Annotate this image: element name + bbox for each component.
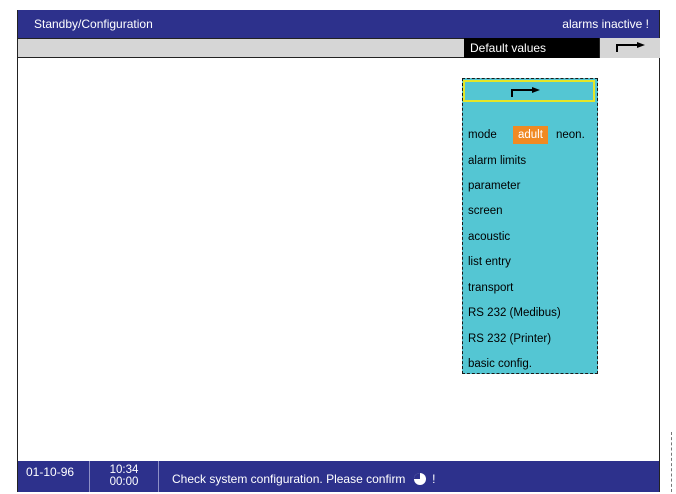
status-message-suffix: ! <box>432 472 436 486</box>
right-arrow-icon <box>511 87 540 97</box>
status-message: Check system configuration. Please confi… <box>172 472 435 486</box>
status-time: 10:34 <box>109 464 139 476</box>
menu-enter-button[interactable] <box>463 80 595 102</box>
next-arrow-button[interactable] <box>599 38 660 58</box>
monitor-screen: Standby/Configuration alarms inactive ! … <box>17 10 660 492</box>
status-elapsed: 00:00 <box>109 476 139 488</box>
config-menu: mode adult neon. alarm limits parameter … <box>462 78 598 374</box>
toolbar: Default values <box>18 38 660 58</box>
menu-item-acoustic[interactable]: acoustic <box>468 228 510 246</box>
mode-option-adult[interactable]: adult <box>513 126 548 144</box>
rotary-knob-icon <box>413 473 426 485</box>
title-bar: Standby/Configuration alarms inactive ! <box>18 10 659 38</box>
page-title: Standby/Configuration <box>34 17 153 31</box>
alarm-status: alarms inactive ! <box>562 17 649 31</box>
menu-item-alarm-limits[interactable]: alarm limits <box>468 152 526 170</box>
edge-divider <box>671 432 673 492</box>
menu-item-basic-config[interactable]: basic config. <box>468 355 532 373</box>
menu-item-list-entry[interactable]: list entry <box>468 253 511 271</box>
mode-selector[interactable]: mode adult neon. <box>468 126 594 144</box>
menu-item-parameter[interactable]: parameter <box>468 177 520 195</box>
status-clock: 10:34 00:00 <box>89 461 159 492</box>
menu-item-rs232-medibus[interactable]: RS 232 (Medibus) <box>468 304 561 322</box>
status-message-text: Check system configuration. Please confi… <box>172 472 406 486</box>
status-bar: 01-10-96 10:34 00:00 Check system config… <box>18 461 659 492</box>
menu-item-rs232-printer[interactable]: RS 232 (Printer) <box>468 330 551 348</box>
status-date: 01-10-96 <box>26 465 75 479</box>
default-values-button[interactable]: Default values <box>464 38 599 58</box>
mode-label: mode <box>468 129 497 141</box>
menu-item-screen[interactable]: screen <box>468 202 503 220</box>
mode-option-neonatal[interactable]: neon. <box>556 126 585 144</box>
right-arrow-icon <box>616 42 645 52</box>
menu-item-transport[interactable]: transport <box>468 279 513 297</box>
